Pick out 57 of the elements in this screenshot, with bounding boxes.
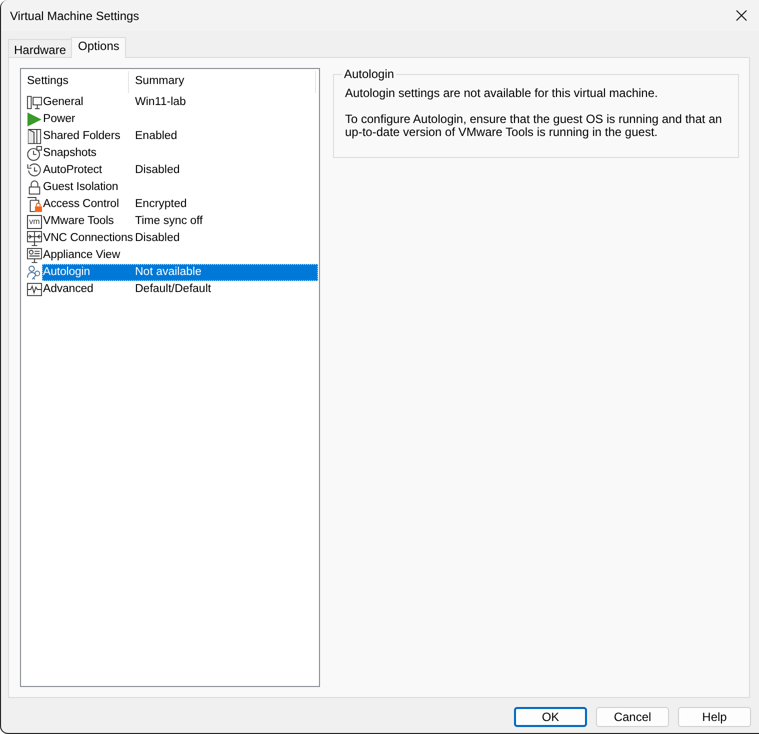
list-row[interactable]: Snapshots bbox=[42, 145, 318, 162]
tab[interactable]: Hardware bbox=[8, 39, 72, 57]
setting-name: Snapshots bbox=[42, 146, 98, 161]
close-button[interactable] bbox=[733, 8, 749, 24]
list-row[interactable]: Autologin Not available bbox=[42, 264, 318, 281]
setting-summary: Win11-lab bbox=[135, 94, 186, 110]
list-row[interactable]: AutoProtect Disabled bbox=[42, 162, 318, 179]
setting-summary: Encrypted bbox=[135, 196, 187, 212]
column-header[interactable]: Summary bbox=[129, 70, 316, 92]
setting-summary: Default/Default bbox=[135, 282, 212, 297]
padlock-icon bbox=[27, 180, 42, 195]
info-text: To configure Autologin, ensure that the guest OS is running and that an up-to-date version of VMware Tools is running in the guest. bbox=[345, 113, 723, 139]
pages-lock-icon bbox=[27, 197, 42, 212]
users-key-icon bbox=[27, 265, 42, 280]
clock-arrow-icon bbox=[27, 163, 42, 178]
dialog-button[interactable]: Help bbox=[678, 707, 751, 727]
setting-name: Shared Folders bbox=[42, 128, 122, 144]
setting-name: Power bbox=[42, 112, 76, 127]
setting-summary: Enabled bbox=[135, 128, 178, 144]
list-row[interactable]: VNC Connections Disabled bbox=[42, 230, 318, 247]
info-text: Autologin settings are not available for this virtual machine. bbox=[345, 87, 659, 100]
waveform-icon bbox=[27, 282, 42, 297]
close-icon bbox=[736, 10, 746, 21]
setting-name: General bbox=[42, 94, 84, 110]
dialog-button[interactable]: Cancel bbox=[596, 707, 669, 727]
clock-camera-icon bbox=[27, 146, 42, 161]
setting-name: VMware Tools bbox=[42, 214, 115, 229]
monitor-arrows-icon bbox=[27, 231, 42, 246]
dialog-button[interactable]: OK bbox=[514, 707, 587, 727]
list-row[interactable]: Shared Folders Enabled bbox=[42, 128, 318, 145]
setting-summary: Time sync off bbox=[135, 214, 203, 229]
monitor-panel-icon bbox=[27, 248, 42, 263]
play-triangle-icon bbox=[27, 112, 42, 127]
folder-door-icon bbox=[27, 129, 42, 144]
group-title: Autologin bbox=[343, 67, 396, 81]
setting-name: Autologin bbox=[42, 264, 92, 280]
column-header[interactable]: Settings bbox=[21, 70, 129, 92]
vm-logo-icon: vm bbox=[27, 214, 42, 228]
window-title: Virtual Machine Settings bbox=[10, 8, 140, 24]
list-row[interactable]: Access Control Encrypted bbox=[42, 196, 318, 213]
setting-summary: Disabled bbox=[135, 162, 180, 178]
list-row[interactable]: Power bbox=[42, 111, 318, 128]
tab[interactable]: Options bbox=[71, 37, 126, 58]
list-row[interactable]: General Win11-lab bbox=[42, 94, 318, 111]
list-row[interactable]: Guest Isolation bbox=[42, 179, 318, 196]
setting-name: VNC Connections bbox=[42, 230, 134, 246]
list-row[interactable]: VMware Tools Time sync off bbox=[42, 213, 318, 230]
list-row[interactable]: Advanced Default/Default bbox=[42, 281, 318, 298]
setting-name: Advanced bbox=[42, 282, 94, 297]
setting-name: AutoProtect bbox=[42, 162, 103, 178]
setting-summary: Not available bbox=[135, 264, 202, 280]
setting-name: Access Control bbox=[42, 196, 120, 212]
setting-name: Guest Isolation bbox=[42, 180, 120, 195]
setting-name: Appliance View bbox=[42, 248, 122, 263]
computer-monitor-icon bbox=[27, 95, 42, 110]
list-row[interactable]: Appliance View bbox=[42, 247, 318, 264]
setting-summary: Disabled bbox=[135, 230, 180, 246]
